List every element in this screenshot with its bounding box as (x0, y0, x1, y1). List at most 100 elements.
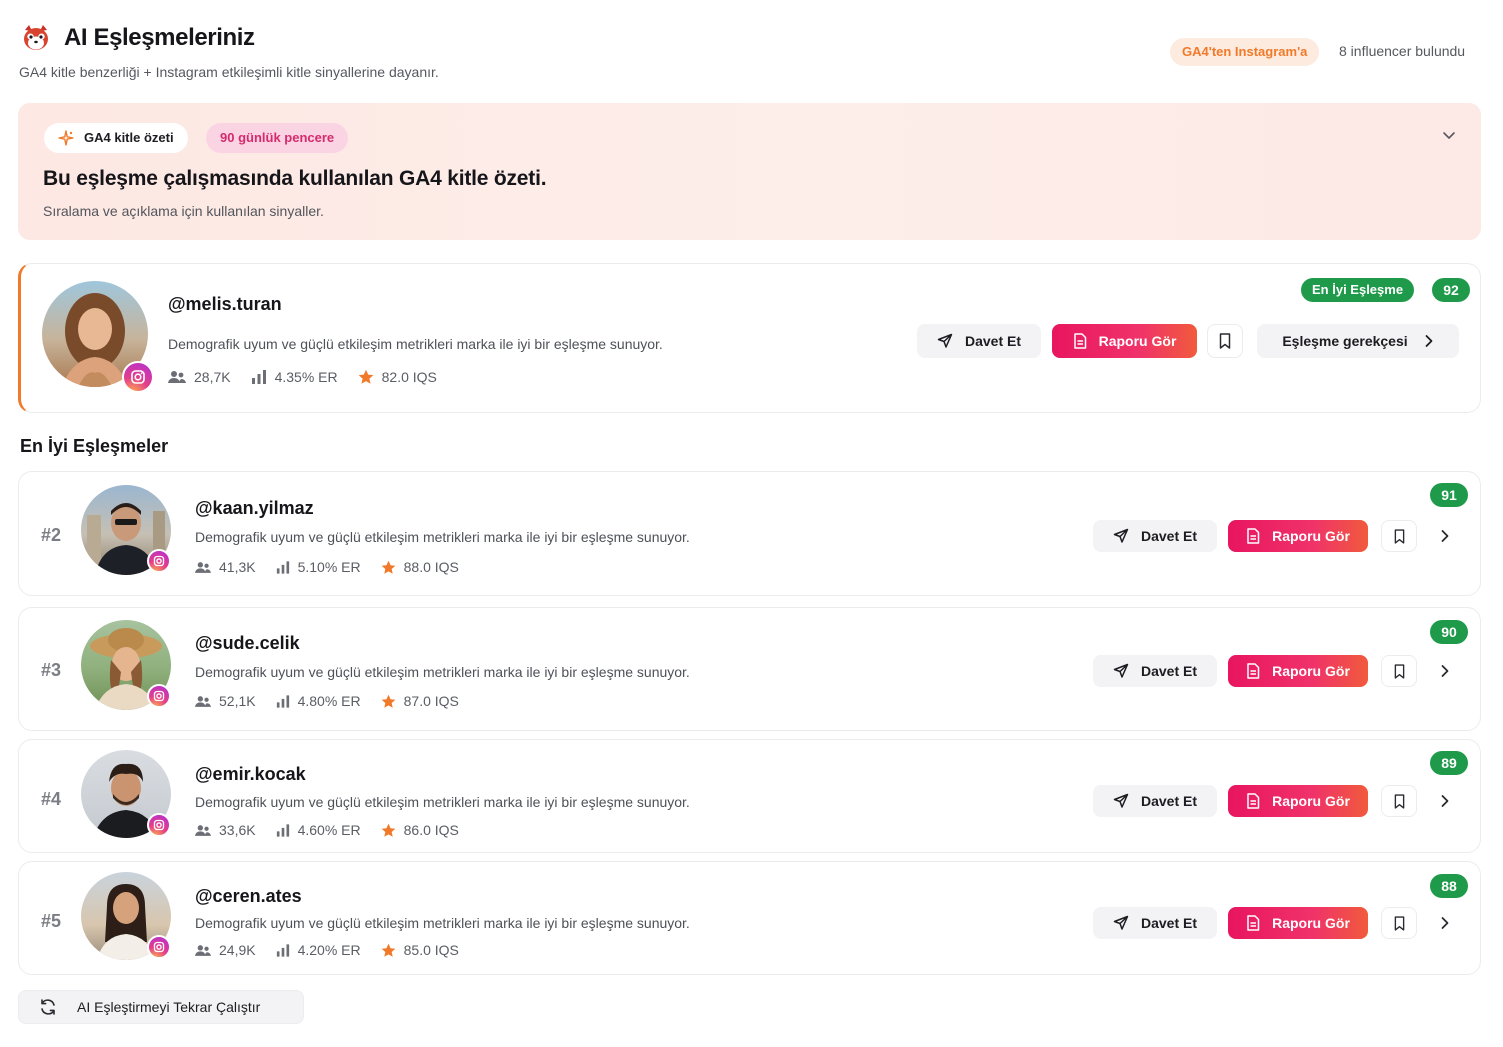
engagement-rate: 4.80% ER (297, 693, 361, 709)
view-report-button[interactable]: Raporu Gör (1228, 520, 1368, 552)
influencer-handle[interactable]: @emir.kocak (195, 764, 306, 785)
followers-stat: 28,7K (168, 369, 231, 385)
view-report-label: Raporu Gör (1098, 333, 1177, 349)
view-report-label: Raporu Gör (1272, 528, 1350, 544)
influencer-handle[interactable]: @ceren.ates (195, 886, 302, 907)
followers-stat: 41,3K (195, 559, 256, 575)
invite-button[interactable]: Davet Et (1093, 907, 1217, 939)
followers-stat: 52,1K (195, 693, 256, 709)
expand-button[interactable] (1433, 911, 1457, 935)
view-report-label: Raporu Gör (1272, 663, 1350, 679)
match-card[interactable]: #4 @emir.kocak Demografik uyum ve güçlü … (18, 739, 1481, 853)
engagement-rate: 4.35% ER (274, 369, 338, 385)
chevron-right-icon (1441, 795, 1449, 807)
bookmark-icon (1219, 333, 1231, 349)
engagement-rate: 4.60% ER (297, 822, 361, 838)
invite-label: Davet Et (1140, 793, 1198, 809)
ga4-summary-chip-label: GA4 kitle özeti (84, 130, 174, 145)
users-icon (195, 824, 211, 836)
match-card[interactable]: #3 @sude.celik Demografik uyum ve güçlü … (18, 607, 1481, 731)
document-icon (1247, 793, 1260, 809)
engagement-stat: 4.20% ER (276, 942, 361, 958)
view-report-button[interactable]: Raporu Gör (1228, 785, 1368, 817)
bar-chart-icon (276, 943, 289, 957)
bookmark-button[interactable] (1381, 520, 1417, 552)
expand-button[interactable] (1433, 524, 1457, 548)
rerun-label: AI Eşleştirmeyi Tekrar Çalıştır (77, 999, 261, 1015)
match-score: 90 (1430, 620, 1468, 644)
invite-button[interactable]: Davet Et (1093, 785, 1217, 817)
instagram-icon (153, 555, 165, 567)
instagram-badge (147, 935, 171, 959)
invite-button[interactable]: Davet Et (917, 324, 1041, 358)
view-report-button[interactable]: Raporu Gör (1228, 907, 1368, 939)
rerun-ai-matching-button[interactable]: AI Eşleştirmeyi Tekrar Çalıştır (18, 990, 304, 1024)
engagement-stat: 4.35% ER (251, 369, 338, 385)
star-icon (381, 823, 395, 837)
iqs-score: 85.0 IQS (403, 942, 459, 958)
ga4-summary-panel: GA4 kitle özeti 90 günlük pencere Bu eşl… (18, 103, 1481, 240)
featured-match-card[interactable]: @melis.turan Demografik uyum ve güçlü et… (18, 263, 1481, 413)
match-reason-button[interactable]: Eşleşme gerekçesi (1257, 324, 1459, 358)
instagram-badge (122, 361, 154, 393)
view-report-label: Raporu Gör (1272, 793, 1350, 809)
invite-button[interactable]: Davet Et (1093, 520, 1217, 552)
engagement-stat: 5.10% ER (276, 559, 361, 575)
bookmark-button[interactable] (1207, 324, 1243, 358)
found-count: 8 influencer bulundu (1339, 43, 1466, 59)
view-report-label: Raporu Gör (1272, 915, 1350, 931)
bookmark-icon (1394, 528, 1404, 544)
match-description: Demografik uyum ve güçlü etkileşim metri… (195, 794, 690, 810)
expand-button[interactable] (1433, 659, 1457, 683)
best-match-badge: En İyi Eşleşme (1301, 278, 1415, 302)
iqs-score: 88.0 IQS (403, 559, 459, 575)
followers-count: 52,1K (219, 693, 256, 709)
send-icon (1113, 793, 1129, 808)
match-rank: #2 (41, 525, 62, 545)
followers-stat: 33,6K (195, 822, 256, 838)
match-rank: #4 (41, 789, 62, 809)
expand-button[interactable] (1433, 789, 1457, 813)
bookmark-button[interactable] (1381, 907, 1417, 939)
star-icon (381, 560, 395, 574)
document-icon (1247, 663, 1260, 679)
sparkle-icon (58, 130, 74, 146)
iqs-stat: 87.0 IQS (381, 693, 459, 709)
match-card[interactable]: #2 @kaan.yilmaz Demografik uyum ve güçlü… (18, 471, 1481, 596)
bookmark-icon (1394, 663, 1404, 679)
invite-label: Davet Et (1140, 915, 1198, 931)
document-icon (1247, 915, 1260, 931)
invite-button[interactable]: Davet Et (1093, 655, 1217, 687)
engagement-stat: 4.60% ER (276, 822, 361, 838)
page-subtitle: GA4 kitle benzerliği + Instagram etkileş… (19, 64, 439, 80)
instagram-icon (153, 941, 165, 953)
bookmark-button[interactable] (1381, 655, 1417, 687)
match-card[interactable]: #5 @ceren.ates Demografik uyum ve güçlü … (18, 861, 1481, 975)
iqs-stat: 82.0 IQS (358, 369, 437, 385)
match-reason-label: Eşleşme gerekçesi (1282, 333, 1408, 349)
followers-stat: 24,9K (195, 942, 256, 958)
followers-count: 41,3K (219, 559, 256, 575)
invite-label: Davet Et (1140, 528, 1198, 544)
time-window-chip: 90 günlük pencere (206, 123, 349, 153)
match-score: 92 (1432, 278, 1470, 302)
bookmark-button[interactable] (1381, 785, 1417, 817)
match-score: 89 (1430, 751, 1468, 775)
match-description: Demografik uyum ve güçlü etkileşim metri… (168, 336, 663, 352)
red-panda-logo-icon (24, 25, 48, 50)
influencer-handle[interactable]: @melis.turan (168, 294, 282, 315)
instagram-icon (153, 690, 165, 702)
view-report-button[interactable]: Raporu Gör (1228, 655, 1368, 687)
view-report-button[interactable]: Raporu Gör (1052, 324, 1197, 358)
send-icon (1113, 528, 1129, 543)
match-description: Demografik uyum ve güçlü etkileşim metri… (195, 915, 690, 931)
document-icon (1247, 528, 1260, 544)
stats-row: 33,6K 4.60% ER 86.0 IQS (195, 822, 479, 838)
influencer-handle[interactable]: @sude.celik (195, 633, 300, 654)
chevron-down-icon[interactable] (1439, 125, 1459, 145)
star-icon (381, 943, 395, 957)
bar-chart-icon (276, 694, 289, 708)
instagram-icon (131, 370, 145, 384)
influencer-handle[interactable]: @kaan.yilmaz (195, 498, 314, 519)
instagram-badge (147, 813, 171, 837)
